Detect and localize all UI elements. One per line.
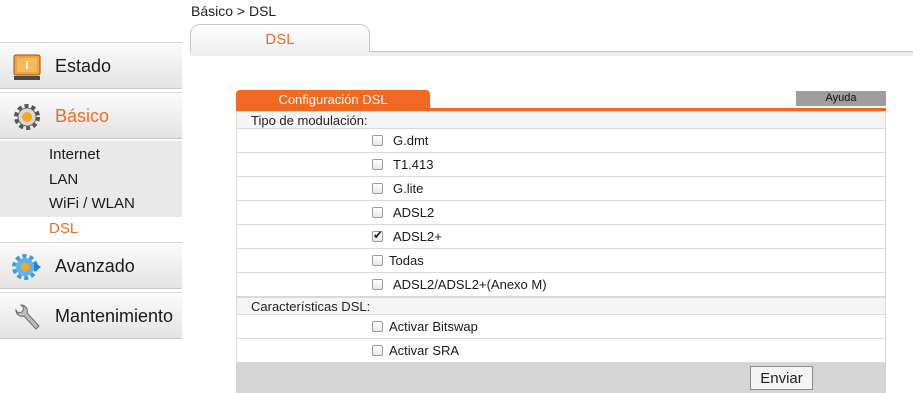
option-label: Activar SRA — [389, 343, 460, 358]
nav-avanzado[interactable]: Avanzado — [0, 242, 182, 289]
sidebar-item-internet[interactable]: Internet — [0, 143, 182, 168]
nav-basico[interactable]: Básico — [0, 92, 182, 139]
bitswap-checkbox[interactable] — [372, 321, 383, 332]
nav-basico-label: Básico — [55, 106, 110, 126]
option-row: Activar Bitswap — [236, 315, 886, 339]
option-label: ADSL2 — [393, 205, 435, 220]
sidebar-item-lan[interactable]: LAN — [0, 168, 182, 193]
form-footer: Enviar — [236, 363, 886, 393]
nav-mantenimiento-label: Mantenimiento — [55, 306, 174, 326]
option-label: G.lite — [393, 181, 424, 196]
dsl-config-panel: Configuración DSL Ayuda Tipo de modulaci… — [236, 90, 886, 393]
sidebar: i Estado Básico Internet LAN WiFi / WLAN… — [0, 0, 182, 393]
option-label: G.dmt — [393, 133, 429, 148]
adsl2-checkbox[interactable] — [372, 207, 383, 218]
nav-estado-label: Estado — [55, 56, 112, 76]
checkmark-icon: ✔ — [373, 228, 384, 242]
option-label: ADSL2/ADSL2+(Anexo M) — [393, 277, 547, 292]
sra-checkbox[interactable] — [372, 345, 383, 356]
option-label: ADSL2+ — [393, 229, 442, 244]
gear-icon — [14, 104, 40, 130]
option-row: T1.413 — [236, 153, 886, 177]
option-row: G.lite — [236, 177, 886, 201]
option-row: Todas — [236, 249, 886, 273]
t1413-checkbox[interactable] — [372, 159, 383, 170]
option-row: ADSL2 — [236, 201, 886, 225]
modulation-section-label: Tipo de modulación: — [236, 111, 886, 129]
todas-checkbox[interactable] — [372, 255, 383, 266]
nav-estado[interactable]: i Estado — [0, 42, 182, 89]
adsl2plus-checkbox[interactable]: ✔ — [372, 228, 384, 242]
gdmt-checkbox[interactable] — [372, 135, 383, 146]
submit-button[interactable]: Enviar — [750, 366, 813, 390]
anexo-m-checkbox[interactable] — [372, 279, 383, 290]
sidebar-item-label: DSL — [49, 220, 79, 237]
sidebar-item-label: LAN — [49, 171, 79, 188]
status-monitor-icon: i — [13, 54, 41, 80]
svg-text:i: i — [25, 59, 29, 72]
option-row: ✔ ADSL2+ — [236, 225, 886, 249]
nav-mantenimiento[interactable]: Mantenimiento — [0, 292, 182, 339]
advanced-gear-icon — [12, 254, 41, 280]
sidebar-item-label: WiFi / WLAN — [49, 195, 135, 212]
option-label: Todas — [389, 253, 424, 268]
option-row: G.dmt — [236, 129, 886, 153]
breadcrumb: Básico > DSL — [191, 3, 277, 19]
option-row: ADSL2/ADSL2+(Anexo M) — [236, 273, 886, 297]
wrench-icon — [15, 304, 40, 330]
features-section-label: Características DSL: — [236, 297, 886, 315]
help-button[interactable]: Ayuda — [796, 91, 886, 106]
panel-header: Configuración DSL Ayuda — [236, 90, 886, 111]
option-row: Activar SRA — [236, 339, 886, 363]
tab-strip: DSL — [190, 24, 913, 56]
panel-title: Configuración DSL — [236, 90, 430, 108]
basico-submenu: Internet LAN WiFi / WLAN — [0, 141, 182, 217]
sidebar-item-wifi[interactable]: WiFi / WLAN — [0, 192, 182, 217]
nav-avanzado-label: Avanzado — [55, 256, 135, 276]
option-label: Activar Bitswap — [389, 319, 478, 334]
sidebar-item-dsl[interactable]: DSL — [0, 217, 182, 242]
tab-dsl[interactable]: DSL — [190, 24, 370, 52]
glite-checkbox[interactable] — [372, 183, 383, 194]
sidebar-item-label: Internet — [49, 146, 100, 163]
option-label: T1.413 — [393, 157, 434, 172]
